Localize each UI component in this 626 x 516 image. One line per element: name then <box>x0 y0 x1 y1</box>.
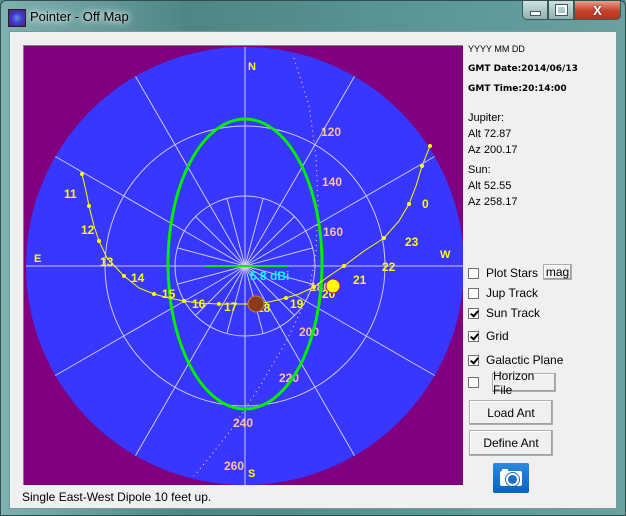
sun-track-point <box>382 236 386 240</box>
sun-hour-label: 15 <box>162 287 176 301</box>
jupiter-icon <box>247 295 265 313</box>
sun-track-checkbox[interactable]: Sun Track <box>468 306 540 320</box>
sun-track-point <box>312 285 316 289</box>
sun-track-point <box>122 274 126 278</box>
plot-stars-checkbox[interactable]: Plot Stars <box>468 266 538 280</box>
sun-track-point <box>152 292 156 296</box>
galactic-label: 140 <box>322 175 342 189</box>
sun-label: Sun: <box>468 164 491 176</box>
close-icon: X <box>593 2 602 18</box>
sun-track-point <box>217 302 221 306</box>
sky-chart-svg: NSE W1201401601802002202402605.8 dBi11121… <box>26 47 463 485</box>
sun-track-label: Sun Track <box>486 306 541 320</box>
grid-checkbox[interactable]: Grid <box>468 329 509 343</box>
sun-hour-label: 12 <box>81 223 95 237</box>
jupiter-az: Az 200.17 <box>468 144 518 156</box>
app-window: Pointer - Off Map X N S E W 120 140 160 180 200 2… <box>0 0 626 516</box>
sun-hour-label: 22 <box>382 260 396 274</box>
compass-north: N <box>248 61 256 73</box>
sun-track-point <box>428 144 432 148</box>
sun-track-point <box>342 264 346 268</box>
galactic-plane-box[interactable] <box>468 354 479 366</box>
client-area: N S E W 120 140 160 180 200 220 240 260 5.8 dBi 11 12 1… <box>9 31 617 509</box>
sun-track-point <box>97 239 101 243</box>
sun-alt: Alt 52.55 <box>468 180 512 192</box>
sun-info: Sun: Alt 52.55 Az 258.17 <box>468 162 518 210</box>
jupiter-alt: Alt 72.87 <box>468 128 512 140</box>
galactic-label: 200 <box>299 325 319 339</box>
horizon-file-checkbox[interactable] <box>468 377 486 388</box>
sun-icon <box>325 278 341 294</box>
jup-track-box[interactable] <box>468 287 479 299</box>
sun-hour-label: 11 <box>64 187 77 201</box>
plot-stars-box[interactable] <box>468 267 479 279</box>
sun-az: Az 258.17 <box>468 196 518 208</box>
camera-lens-icon <box>506 473 519 486</box>
close-button[interactable]: X <box>574 1 621 20</box>
camera-button[interactable] <box>493 463 529 493</box>
load-ant-button[interactable]: Load Ant <box>469 400 553 425</box>
sun-track-box[interactable] <box>468 307 479 319</box>
grid-label: Grid <box>486 329 509 343</box>
galactic-label: 240 <box>233 416 253 430</box>
sun-hour-label: 21 <box>353 273 367 287</box>
sun-hour-label: 14 <box>131 271 145 285</box>
minimize-button[interactable] <box>522 1 548 20</box>
galactic-plane-label: Galactic Plane <box>486 353 564 367</box>
compass-east: E <box>34 253 41 265</box>
sun-track-point <box>182 299 186 303</box>
sun-hour-label: 16 <box>192 297 206 311</box>
sun-hour-label: 13 <box>100 255 114 269</box>
mag-button[interactable]: mag <box>543 264 572 280</box>
gain-label: 5.8 dBi <box>250 269 289 283</box>
window-title: Pointer - Off Map <box>30 9 129 24</box>
sun-hour-label: 23 <box>405 235 419 249</box>
date-format-label: YYYY MM DD <box>468 44 525 54</box>
sun-hour-label: 17 <box>224 300 238 314</box>
define-ant-button[interactable]: Define Ant <box>469 430 553 456</box>
gmt-date: GMT Date:2014/06/13 <box>468 64 578 74</box>
gmt-time: GMT Time:20:14:00 <box>468 84 567 94</box>
galactic-label: 260 <box>224 459 244 473</box>
antenna-caption: Single East-West Dipole 10 feet up. <box>22 490 212 504</box>
sun-track-point <box>407 202 411 206</box>
sun-hour-label: 0 <box>422 197 429 211</box>
title-bar[interactable]: Pointer - Off Map X <box>1 1 626 31</box>
compass-west: W <box>440 249 451 261</box>
sun-track-point <box>420 164 424 168</box>
app-icon <box>8 9 26 27</box>
maximize-icon <box>554 4 568 16</box>
horizon-file-button[interactable]: Horizon File <box>492 369 556 397</box>
sun-hour-label: 19 <box>290 297 304 311</box>
sun-track-point <box>284 296 288 300</box>
sun-track-point <box>87 204 91 208</box>
jupiter-info: Jupiter: Alt 72.87 Az 200.17 <box>468 110 518 158</box>
galactic-plane-checkbox[interactable]: Galactic Plane <box>468 353 563 367</box>
plot-stars-label: Plot Stars <box>486 266 539 280</box>
jup-track-checkbox[interactable]: Jup Track <box>468 286 538 300</box>
grid-box[interactable] <box>468 330 479 342</box>
sky-plot[interactable]: N S E W 120 140 160 180 200 220 240 260 5.8 dBi 11 12 1… <box>23 45 463 485</box>
galactic-label: 160 <box>323 225 343 239</box>
maximize-button[interactable] <box>548 1 574 20</box>
sun-track-point <box>80 172 84 176</box>
compass-south: S <box>248 468 255 480</box>
minimize-icon <box>529 10 541 16</box>
jup-track-label: Jup Track <box>486 286 539 300</box>
jupiter-label: Jupiter: <box>468 112 505 124</box>
galactic-label: 120 <box>321 125 341 139</box>
horizon-file-box[interactable] <box>468 377 479 388</box>
